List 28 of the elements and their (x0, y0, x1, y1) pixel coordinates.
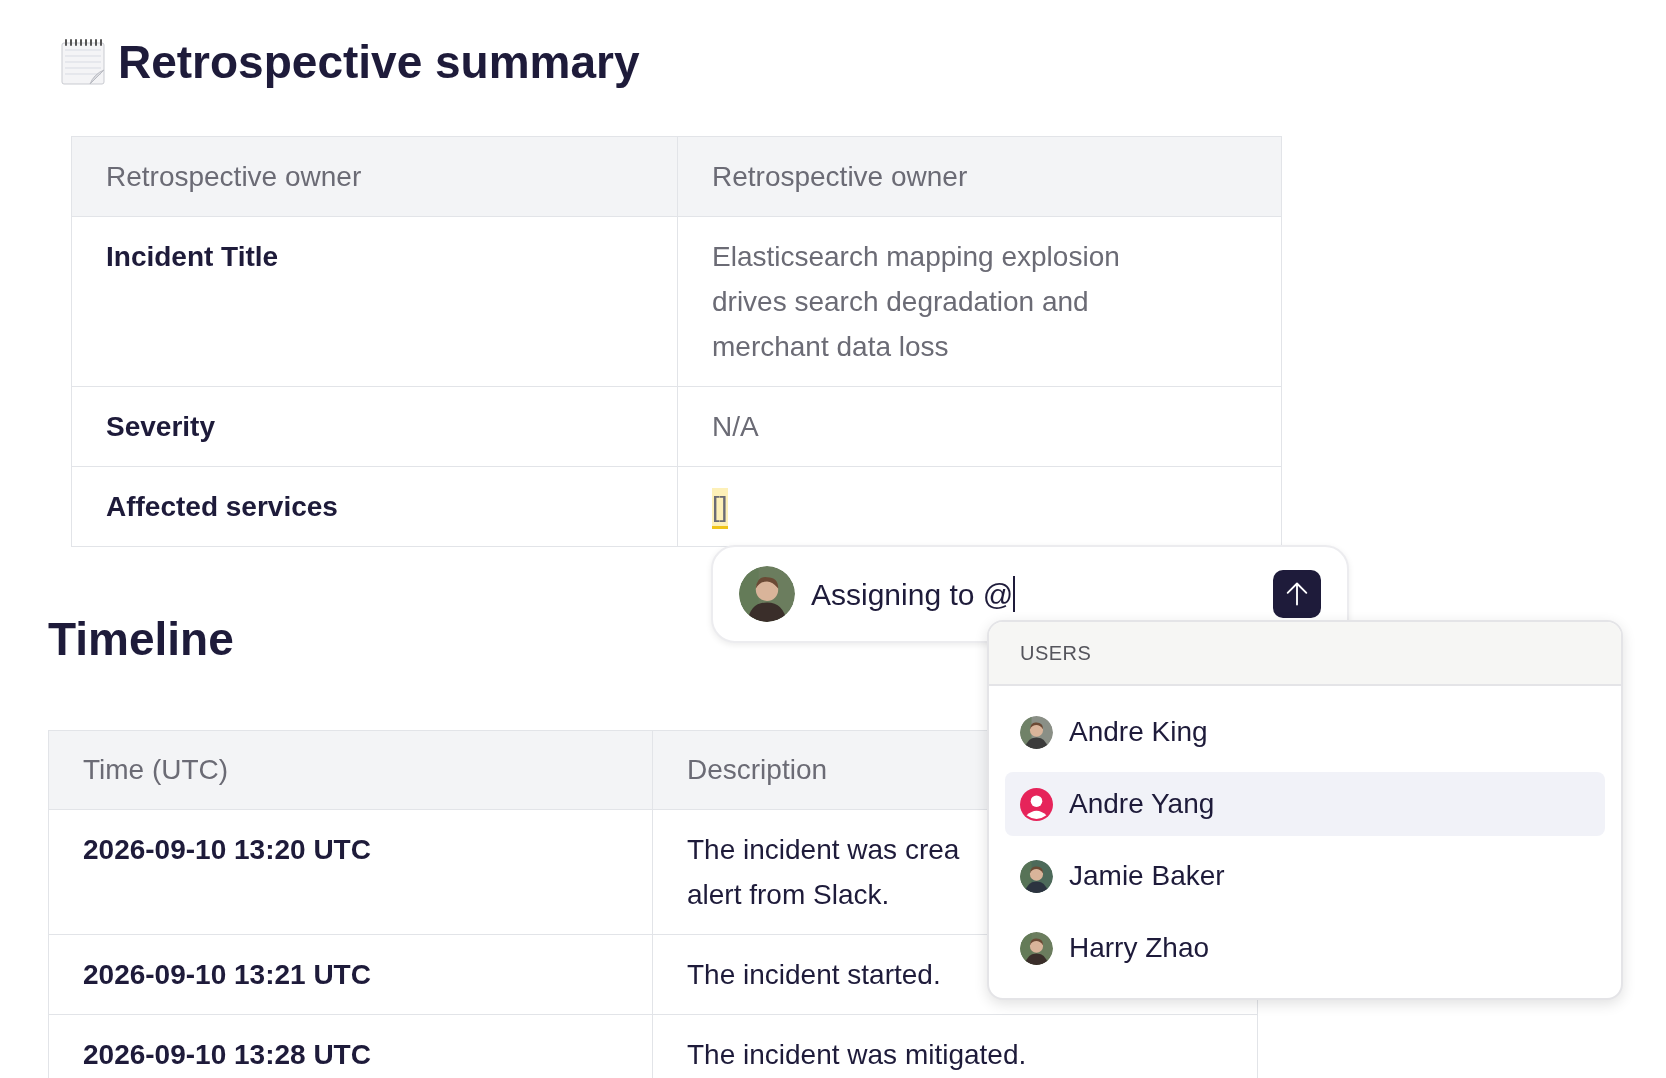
description-text: The incident started. (687, 958, 941, 992)
description-text: alert from Slack. (687, 878, 890, 912)
user-name: Andre King (1069, 715, 1208, 749)
comment-text: Assigning to @ (811, 576, 1014, 613)
row-label: Severity (72, 387, 678, 466)
row-label: Incident Title (72, 217, 678, 386)
notepad-icon (60, 38, 106, 86)
column-header: Description (687, 753, 828, 787)
user-avatar-icon (1020, 787, 1053, 821)
user-option[interactable]: Andre Yang (1005, 772, 1605, 836)
row-label: Affected services (72, 467, 678, 546)
user-name: Jamie Baker (1069, 859, 1225, 893)
description-text: The incident was mitigated. (687, 1038, 1027, 1072)
section-heading: Timeline (48, 612, 234, 667)
send-button[interactable] (1273, 570, 1321, 618)
column-header: Retrospective owner (72, 137, 678, 216)
column-header: Retrospective owner (711, 159, 969, 194)
user-name: Harry Zhao (1069, 931, 1210, 965)
user-name: Andre Yang (1069, 787, 1215, 821)
time-cell: 2026-09-10 13:28 UTC (49, 1015, 653, 1078)
description-text: The incident was crea (687, 833, 960, 867)
column-header: Time (UTC) (83, 753, 229, 787)
cell-value: N/A (712, 410, 759, 444)
cell-value: [] (712, 488, 728, 529)
menu-section-header: USERS (989, 622, 1621, 686)
time-cell: 2026-09-10 13:21 UTC (49, 935, 653, 1014)
cell-value: Elasticsearch mapping explosion drives search degradation and merchant data loss (712, 240, 1121, 364)
time-cell: 2026-09-10 13:20 UTC (49, 810, 653, 934)
